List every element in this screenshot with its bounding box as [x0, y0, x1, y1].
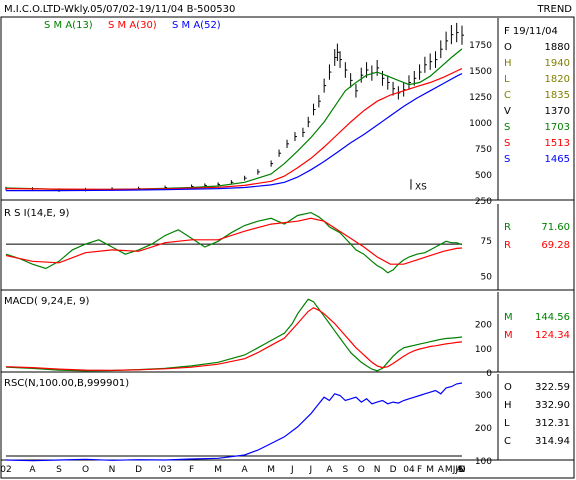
y-tick-label: 1500 [469, 67, 492, 77]
info-key: L [504, 74, 510, 85]
info-key: S [504, 122, 510, 133]
y-tick-label: 100 [475, 457, 492, 467]
info-value: 1465 [545, 154, 570, 165]
trend-label: TREND [536, 4, 572, 15]
info-key: O [504, 382, 512, 393]
info-value: 71.60 [541, 222, 570, 233]
x-tick-label: 04 [403, 465, 415, 475]
info-key: C [504, 436, 511, 447]
x-tick-label: A [242, 465, 249, 475]
price-legend: S M A(13) S M A(30) S M A(52) [44, 20, 221, 31]
info-value: 1513 [545, 138, 570, 149]
info-key: R [504, 222, 511, 233]
x-tick-label: A [438, 465, 445, 475]
info-value: 69.28 [541, 240, 570, 251]
y-tick-label: 250 [475, 197, 492, 207]
x-tick-label: M [267, 465, 275, 475]
info-value: 144.56 [535, 312, 570, 323]
y-tick-label: 75 [481, 237, 492, 247]
panel-title: MACD( 9,24,E, 9) [4, 296, 90, 307]
y-tick-label: 500 [475, 171, 492, 181]
x-tick-label: S [56, 465, 62, 475]
info-value: 1835 [545, 90, 570, 101]
x-tick-label: N [459, 465, 466, 475]
x-tick-label: D [390, 465, 397, 475]
annotation-label: XS [415, 183, 427, 193]
x-tick-label: S [342, 465, 348, 475]
y-tick-label: 0 [486, 369, 492, 379]
info-value: 1703 [545, 122, 570, 133]
info-key: L [504, 418, 510, 429]
x-tick-label: M [445, 465, 453, 475]
info-value: 1940 [545, 58, 570, 69]
info-value: 332.90 [535, 400, 570, 411]
x-tick-label: '03 [158, 465, 172, 475]
legend-entry: S M A(13) [44, 20, 93, 31]
x-tick-label: J [290, 465, 294, 475]
y-tick-label: 50 [481, 273, 493, 283]
info-key: S [504, 138, 510, 149]
x-tick-label: A [326, 465, 333, 475]
y-tick-label: 750 [475, 145, 492, 155]
chart-title: M.I.C.O.LTD-Wkly.05/07/02-19/11/04 B-500… [4, 4, 235, 15]
legend-entry: S M A(52) [172, 20, 221, 31]
x-tick-label: D [135, 465, 142, 475]
info-value: 1820 [545, 74, 570, 85]
y-tick-label: 300 [475, 391, 492, 401]
x-tick-label: M [214, 465, 222, 475]
info-value: 322.59 [535, 382, 570, 393]
info-key: O [504, 42, 512, 53]
x-tick-label: N [109, 465, 116, 475]
info-value: 124.34 [535, 330, 570, 341]
x-tick-label: A [29, 465, 36, 475]
info-key: R [504, 240, 511, 251]
x-tick-label: O [358, 465, 365, 475]
x-tick-label: O [82, 465, 89, 475]
x-tick-label: M [426, 465, 434, 475]
info-value: 312.31 [535, 418, 570, 429]
x-tick-label: N [374, 465, 381, 475]
info-key: M [504, 312, 513, 323]
panel-title: R S I(14,E, 9) [4, 208, 69, 219]
x-tick-label: 02 [0, 465, 11, 475]
x-tick-label: F [189, 465, 194, 475]
y-tick-label: 1250 [469, 93, 492, 103]
info-key: C [504, 90, 511, 101]
panel-title: RSC(N,100.00,B,999901) [4, 378, 129, 389]
x-tick-label: F [417, 465, 422, 475]
y-tick-label: 200 [475, 424, 492, 434]
info-value: 1880 [545, 42, 570, 53]
x-tick-label: J [309, 465, 313, 475]
y-tick-label: 1750 [469, 41, 492, 51]
info-value: 1370 [545, 106, 570, 117]
y-tick-label: 100 [475, 345, 492, 355]
info-key: V [504, 106, 511, 117]
legend-entry: S M A(30) [108, 20, 157, 31]
y-tick-label: 200 [475, 321, 492, 331]
info-key: S [504, 154, 510, 165]
stock-chart: M.I.C.O.LTD-Wkly.05/07/02-19/11/04 B-500… [0, 0, 576, 480]
info-key: H [504, 58, 512, 69]
y-tick-label: 1000 [469, 119, 492, 129]
info-key: M [504, 330, 513, 341]
info-date: F 19/11/04 [504, 26, 558, 37]
info-value: 314.94 [535, 436, 570, 447]
info-key: H [504, 400, 512, 411]
